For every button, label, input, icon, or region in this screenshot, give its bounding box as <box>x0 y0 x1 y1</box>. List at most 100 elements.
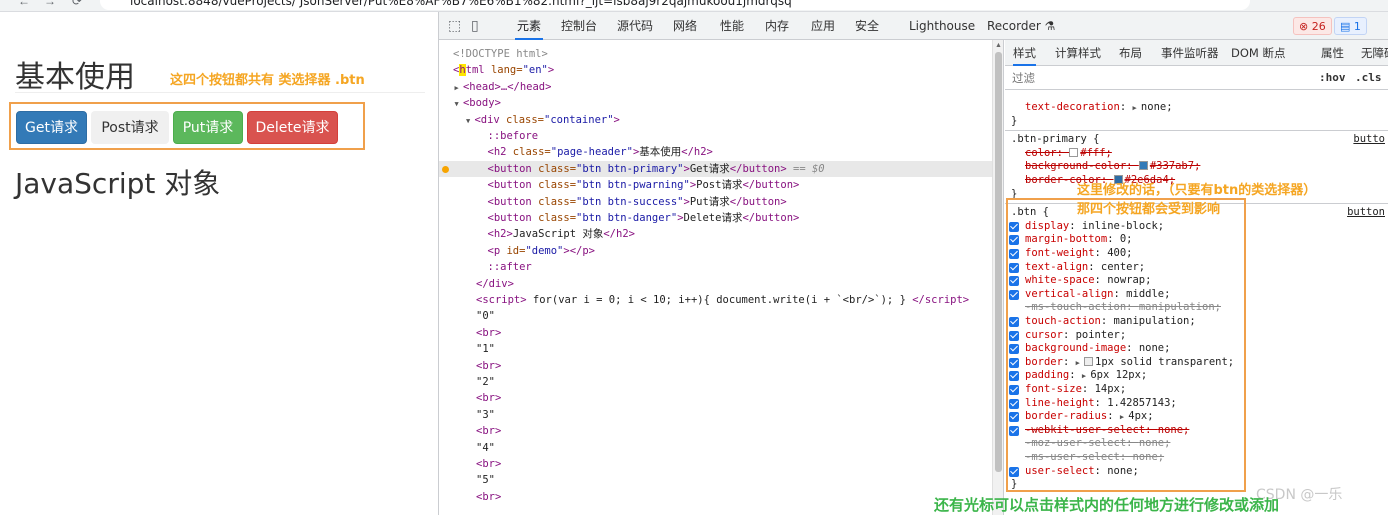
dom-node-line[interactable]: <br> <box>439 358 992 374</box>
devtools-tab-5[interactable]: 内存 <box>765 12 789 40</box>
end-tag: </div> <box>476 277 514 290</box>
text-node: "2" <box>476 376 495 388</box>
devtools-tab-9[interactable]: Recorder ⚗ <box>987 12 1055 40</box>
styles-tab-1[interactable]: 计算样式 <box>1055 40 1101 66</box>
property-name[interactable]: color <box>1025 147 1057 159</box>
dom-node-line[interactable]: <script> for(var i = 0; i < 10; i++){ do… <box>439 292 992 308</box>
dom-node-line[interactable]: "2" <box>439 374 992 390</box>
dom-node-line[interactable]: <br> <box>439 456 992 472</box>
dom-node-line[interactable]: ▶ <head>…</head> <box>439 79 992 95</box>
dom-node-line[interactable]: <button class="btn btn-success">Put请求</b… <box>439 194 992 210</box>
attr-name: class= <box>506 146 551 159</box>
tag-end: </button> <box>742 212 800 224</box>
attr-value: "demo" <box>525 244 564 257</box>
back-icon[interactable]: ← <box>18 0 30 8</box>
rule-selector[interactable]: .btn-primary { <box>1011 133 1100 145</box>
dom-node-line[interactable]: "5" <box>439 472 992 488</box>
property-value[interactable]: #337ab7; <box>1150 160 1201 172</box>
hov-toggle[interactable]: :hov <box>1319 71 1346 84</box>
tag-name: script <box>482 294 521 306</box>
elements-tree[interactable]: <!DOCTYPE html> <html lang="en"> ▶ <head>…… <box>439 40 992 515</box>
rule-source-link[interactable]: button <box>1347 206 1385 218</box>
styles-tab-3[interactable]: 事件监听器 <box>1161 40 1219 66</box>
forward-icon[interactable]: → <box>44 0 56 8</box>
dom-node-line[interactable]: <button class="btn btn-danger">Delete请求<… <box>439 210 992 226</box>
dom-node-line[interactable]: <button class="btn btn-pwarning">Post请求<… <box>439 177 992 193</box>
tag-end: </h2> <box>603 228 635 241</box>
property-value[interactable]: none; <box>1141 101 1173 113</box>
dom-node-line[interactable]: <br> <box>439 489 992 505</box>
tag-name: br <box>482 326 495 339</box>
cls-toggle[interactable]: .cls <box>1355 71 1382 84</box>
dom-node-line[interactable]: <h2>JavaScript 对象</h2> <box>439 226 992 242</box>
style-line[interactable]: .btn-primary { <box>1005 133 1388 147</box>
styles-tab-6[interactable]: 无障碍 <box>1361 40 1388 66</box>
javascript-object-heading: JavaScript 对象 <box>15 167 221 200</box>
dom-node-line[interactable]: <h2 class="page-header">基本使用</h2> <box>439 144 992 160</box>
style-line[interactable]: } <box>1005 115 1388 129</box>
styles-tab-2[interactable]: 布局 <box>1119 40 1142 66</box>
devtools-tab-3[interactable]: 网络 <box>673 12 697 40</box>
dom-node-line[interactable]: "3" <box>439 407 992 423</box>
dom-node-line[interactable]: "0" <box>439 308 992 324</box>
node-text: JavaScript 对象 <box>512 228 604 241</box>
tag-end: </p> <box>569 244 596 257</box>
reload-icon[interactable]: ⟳ <box>72 0 82 8</box>
property-value[interactable]: #fff; <box>1080 147 1112 159</box>
dom-node-line[interactable]: ▼ <body> <box>439 95 992 111</box>
style-line[interactable]: text-decoration: ▶ none; <box>1005 101 1388 115</box>
message-count-badge[interactable]: ▤ 1 <box>1334 17 1367 35</box>
device-toolbar-icon[interactable]: ▯ <box>471 17 479 34</box>
dom-node-line[interactable]: "1" <box>439 341 992 357</box>
expand-shorthand-icon[interactable]: ▶ <box>1132 104 1140 112</box>
style-line[interactable]: color: #fff; <box>1005 147 1388 161</box>
devtools-tab-7[interactable]: 安全 <box>855 12 879 40</box>
inspect-element-icon[interactable]: ⬚ <box>448 17 461 34</box>
styles-filter-input[interactable] <box>1008 69 1308 87</box>
dom-node-line[interactable]: ::before <box>439 128 992 144</box>
devtools-tab-0[interactable]: 元素 <box>515 12 544 40</box>
devtools-tab-4[interactable]: 性能 <box>720 12 744 40</box>
dom-node-line[interactable]: </div> <box>439 276 992 292</box>
scrollbar-thumb[interactable] <box>995 52 1002 472</box>
style-line[interactable]: background-color: #337ab7; <box>1005 160 1388 174</box>
devtools-tab-1[interactable]: 控制台 <box>561 12 597 40</box>
dom-node-line[interactable]: <!DOCTYPE html> <box>439 46 992 62</box>
styles-tab-0[interactable]: 样式 <box>1013 40 1036 66</box>
expand-arrow-icon[interactable]: ▶ <box>455 84 463 92</box>
collapsed-head: <head>…</head> <box>462 80 552 93</box>
color-swatch[interactable] <box>1069 147 1079 157</box>
attr-value: "btn btn-pwarning" <box>576 179 690 192</box>
tag-name: br <box>482 392 495 405</box>
styles-tab-4[interactable]: DOM 断点 <box>1231 40 1285 66</box>
devtools-tab-2[interactable]: 源代码 <box>617 12 653 40</box>
styles-tab-5[interactable]: 属性 <box>1321 40 1344 66</box>
rule-source-link[interactable]: butto <box>1353 133 1385 145</box>
expand-arrow-icon[interactable]: ▼ <box>455 100 463 108</box>
devtools-tab-6[interactable]: 应用 <box>811 12 835 40</box>
dom-node-line[interactable]: "4" <box>439 440 992 456</box>
dom-node-line[interactable]: ▼ <div class="container"> <box>439 112 992 128</box>
elements-scrollbar[interactable]: ▲ <box>992 40 1004 515</box>
scroll-up-icon[interactable]: ▲ <box>995 42 1002 49</box>
dom-node-line[interactable]: <button class="btn btn-primary">Get请求</b… <box>439 160 992 178</box>
property-name[interactable]: background-color <box>1025 160 1126 172</box>
dom-node-line[interactable]: <br> <box>439 423 992 439</box>
message-count: 1 <box>1353 20 1361 33</box>
dom-node-line[interactable]: <br> <box>439 390 992 406</box>
attr-name: class= <box>531 162 577 175</box>
tag-close: > <box>494 490 502 503</box>
devtools-tab-8[interactable]: Lighthouse <box>909 12 975 40</box>
attr-value: "btn btn-primary" <box>576 162 684 175</box>
tag-name: body <box>469 97 495 110</box>
dom-node-line[interactable]: <html lang="en"> <box>439 62 992 78</box>
dom-node-line[interactable]: <br> <box>439 325 992 341</box>
property-name[interactable]: text-decoration <box>1025 101 1120 113</box>
dom-node-line[interactable]: <p id="demo"></p> <box>439 243 992 259</box>
error-count-badge[interactable]: ⊗ 26 <box>1293 17 1332 35</box>
color-swatch[interactable] <box>1138 161 1148 171</box>
tag-close: > <box>494 97 501 110</box>
node-text: Put请求 <box>689 195 730 208</box>
dom-node-line[interactable]: ::after <box>439 259 992 275</box>
address-bar[interactable]: localhost:8848/vueProjects/ JsonServer/P… <box>100 0 1250 10</box>
